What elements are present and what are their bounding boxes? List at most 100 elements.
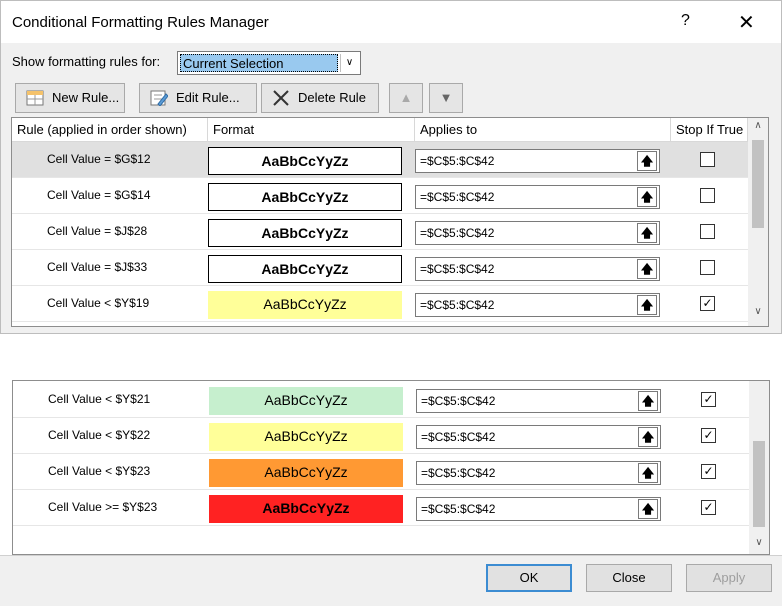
vertical-scrollbar[interactable]: ∧ ∨ [748,118,768,326]
close-icon[interactable]: ✕ [738,10,755,35]
rule-description: Cell Value = $J$33 [47,260,148,274]
applies-to-input[interactable]: =$C$5:$C$42 🡅 [416,425,661,449]
collapse-range-icon[interactable]: 🡅 [637,259,657,279]
show-rules-label: Show formatting rules for: [12,54,161,69]
applies-to-value: =$C$5:$C$42 [420,226,495,240]
rule-description: Cell Value = $G$12 [47,152,151,166]
close-button[interactable]: Close [586,564,672,592]
format-preview: AaBbCcYyZz [208,183,402,211]
scroll-up-icon[interactable]: ∧ [748,120,768,131]
rule-description: Cell Value < $Y$23 [48,464,151,478]
delete-rule-label: Delete Rule [298,90,366,105]
applies-to-input[interactable]: =$C$5:$C$42 🡅 [415,185,660,209]
edit-rule-label: Edit Rule... [176,90,240,105]
applies-to-value: =$C$5:$C$42 [421,502,496,516]
rule-description: Cell Value >= $Y$23 [48,500,158,514]
new-rule-icon [26,90,44,106]
collapse-range-icon[interactable]: 🡅 [638,499,658,519]
rule-row[interactable]: Cell Value >= $Y$23 AaBbCcYyZz =$C$5:$C$42… [13,490,749,526]
new-rule-label: New Rule... [52,90,120,105]
rule-description: Cell Value = $G$14 [47,188,151,202]
collapse-range-icon[interactable]: 🡅 [637,187,657,207]
applies-to-input[interactable]: =$C$5:$C$42 🡅 [416,461,661,485]
applies-to-value: =$C$5:$C$42 [420,154,495,168]
edit-rule-icon [150,90,168,106]
triangle-up-icon: ▲ [399,90,413,105]
stop-if-true-checkbox[interactable]: ✓ [701,464,716,479]
collapse-range-icon[interactable]: 🡅 [637,151,657,171]
rule-row[interactable]: Cell Value = $G$14 AaBbCcYyZz =$C$5:$C$42 🡅 [12,178,748,214]
stop-if-true-checkbox[interactable]: ✓ [701,428,716,443]
applies-to-input[interactable]: =$C$5:$C$42 🡅 [415,293,660,317]
stop-if-true-checkbox[interactable]: ✓ [701,392,716,407]
delete-rule-button[interactable]: Delete Rule [261,83,379,113]
rule-description: Cell Value < $Y$21 [48,392,151,406]
applies-to-input[interactable]: =$C$5:$C$42 🡅 [416,497,661,521]
collapse-range-icon[interactable]: 🡅 [637,223,657,243]
rules-manager-dialog-top: Conditional Formatting Rules Manager ? ✕… [0,0,782,334]
scroll-thumb-bottom[interactable] [753,441,765,527]
triangle-down-icon: ▼ [439,90,453,105]
ok-button[interactable]: OK [486,564,572,592]
format-preview: AaBbCcYyZz [208,147,402,175]
scroll-thumb[interactable] [752,140,764,228]
applies-to-input[interactable]: =$C$5:$C$42 🡅 [415,257,660,281]
stop-if-true-checkbox[interactable] [700,188,715,203]
delete-x-icon [273,90,289,106]
scroll-down-icon[interactable]: ∨ [749,537,769,548]
dialog-button-bar: OK Close Apply [0,555,782,606]
format-preview: AaBbCcYyZz [209,423,403,451]
stop-if-true-checkbox[interactable]: ✓ [701,500,716,515]
rule-description: Cell Value = $J$28 [47,224,148,238]
column-header-stop-if-true: Stop If True [671,118,748,142]
show-rules-value: Current Selection [180,54,338,72]
stop-if-true-checkbox[interactable]: ✓ [700,296,715,311]
rule-row[interactable]: Cell Value = $G$12 AaBbCcYyZz =$C$5:$C$42 🡅 [12,142,748,178]
stop-if-true-checkbox[interactable] [700,152,715,167]
rule-row[interactable]: Cell Value < $Y$22 AaBbCcYyZz =$C$5:$C$42 🡅… [13,418,749,454]
collapse-range-icon[interactable]: 🡅 [637,295,657,315]
format-preview: AaBbCcYyZz [208,291,402,319]
applies-to-input[interactable]: =$C$5:$C$42 🡅 [416,389,661,413]
rule-row[interactable]: Cell Value < $Y$19 AaBbCcYyZz =$C$5:$C$42 🡅… [12,286,748,322]
column-header-format: Format [208,118,415,142]
chevron-down-icon[interactable]: ∨ [340,54,358,72]
applies-to-value: =$C$5:$C$42 [421,394,496,408]
stop-if-true-checkbox[interactable] [700,224,715,239]
collapse-range-icon[interactable]: 🡅 [638,391,658,411]
column-header-rule: Rule (applied in order shown) [12,118,208,142]
window-title: Conditional Formatting Rules Manager [12,14,269,31]
format-preview: AaBbCcYyZz [209,387,403,415]
new-rule-button[interactable]: New Rule... [15,83,125,113]
scroll-down-icon[interactable]: ∨ [748,306,768,317]
applies-to-value: =$C$5:$C$42 [420,262,495,276]
collapse-range-icon[interactable]: 🡅 [638,463,658,483]
apply-button[interactable]: Apply [686,564,772,592]
rules-grid-bottom: Cell Value < $Y$21 AaBbCcYyZz =$C$5:$C$42 🡅… [12,380,770,555]
applies-to-input[interactable]: =$C$5:$C$42 🡅 [415,221,660,245]
rule-row[interactable]: Cell Value < $Y$21 AaBbCcYyZz =$C$5:$C$42 🡅… [13,382,749,418]
rule-row[interactable]: Cell Value = $J$33 AaBbCcYyZz =$C$5:$C$42 🡅 [12,250,748,286]
format-preview: AaBbCcYyZz [208,255,402,283]
applies-to-value: =$C$5:$C$42 [420,190,495,204]
stop-if-true-checkbox[interactable] [700,260,715,275]
vertical-scrollbar-bottom[interactable]: ∨ [749,381,769,554]
rule-description: Cell Value < $Y$22 [48,428,151,442]
move-up-button[interactable]: ▲ [389,83,423,113]
column-header-applies-to: Applies to [415,118,671,142]
rule-description: Cell Value < $Y$19 [47,296,150,310]
title-bar: Conditional Formatting Rules Manager ? ✕ [1,1,781,43]
collapse-range-icon[interactable]: 🡅 [638,427,658,447]
applies-to-input[interactable]: =$C$5:$C$42 🡅 [415,149,660,173]
rules-grid-top: Rule (applied in order shown) Format App… [11,117,769,327]
rule-row[interactable]: Cell Value < $Y$23 AaBbCcYyZz =$C$5:$C$42 🡅… [13,454,749,490]
format-preview: AaBbCcYyZz [208,219,402,247]
edit-rule-button[interactable]: Edit Rule... [139,83,257,113]
show-rules-dropdown[interactable]: Current Selection ∨ [177,51,361,75]
toolbar: New Rule... Edit Rule... Delete Rule ▲ ▼ [11,81,769,117]
help-icon[interactable]: ? [681,12,690,30]
move-down-button[interactable]: ▼ [429,83,463,113]
applies-to-value: =$C$5:$C$42 [420,298,495,312]
applies-to-value: =$C$5:$C$42 [421,466,496,480]
rule-row[interactable]: Cell Value = $J$28 AaBbCcYyZz =$C$5:$C$42 🡅 [12,214,748,250]
